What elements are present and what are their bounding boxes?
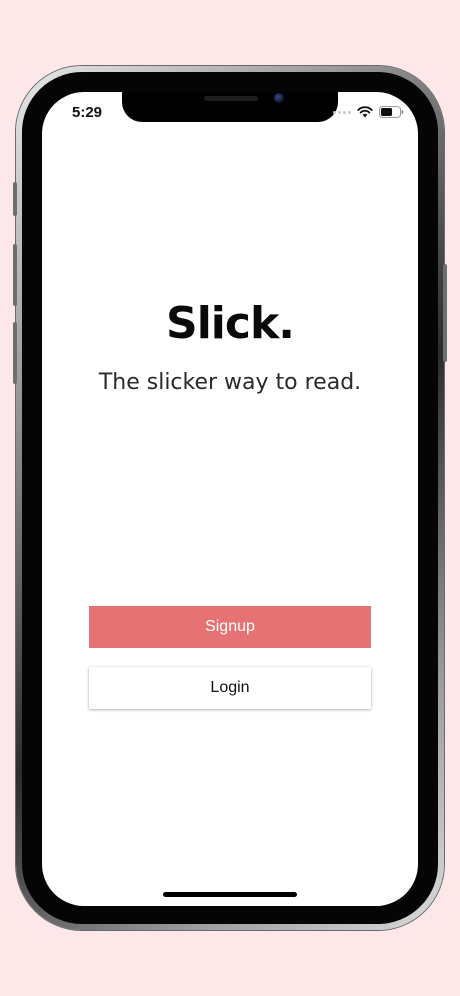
signup-button[interactable]: Signup bbox=[89, 606, 371, 648]
home-indicator[interactable] bbox=[163, 892, 297, 897]
status-icons bbox=[333, 106, 404, 118]
wifi-icon bbox=[357, 106, 373, 118]
signal-dots-icon bbox=[333, 110, 351, 114]
front-camera-icon bbox=[274, 93, 284, 103]
app-title: Slick. bbox=[166, 298, 295, 349]
mute-switch bbox=[13, 182, 17, 216]
app-preview-stage: 5:29 Slick. The slicker way to read. Sig… bbox=[0, 0, 460, 996]
status-time: 5:29 bbox=[72, 104, 103, 121]
notch bbox=[122, 92, 338, 122]
battery-icon bbox=[379, 106, 404, 118]
speaker-grille bbox=[204, 96, 258, 101]
login-button[interactable]: Login bbox=[89, 667, 371, 709]
phone-screen: 5:29 Slick. The slicker way to read. Sig… bbox=[42, 92, 418, 906]
volume-up-button bbox=[13, 244, 17, 306]
volume-down-button bbox=[13, 322, 17, 384]
power-button bbox=[443, 264, 447, 362]
app-tagline: The slicker way to read. bbox=[98, 370, 362, 395]
